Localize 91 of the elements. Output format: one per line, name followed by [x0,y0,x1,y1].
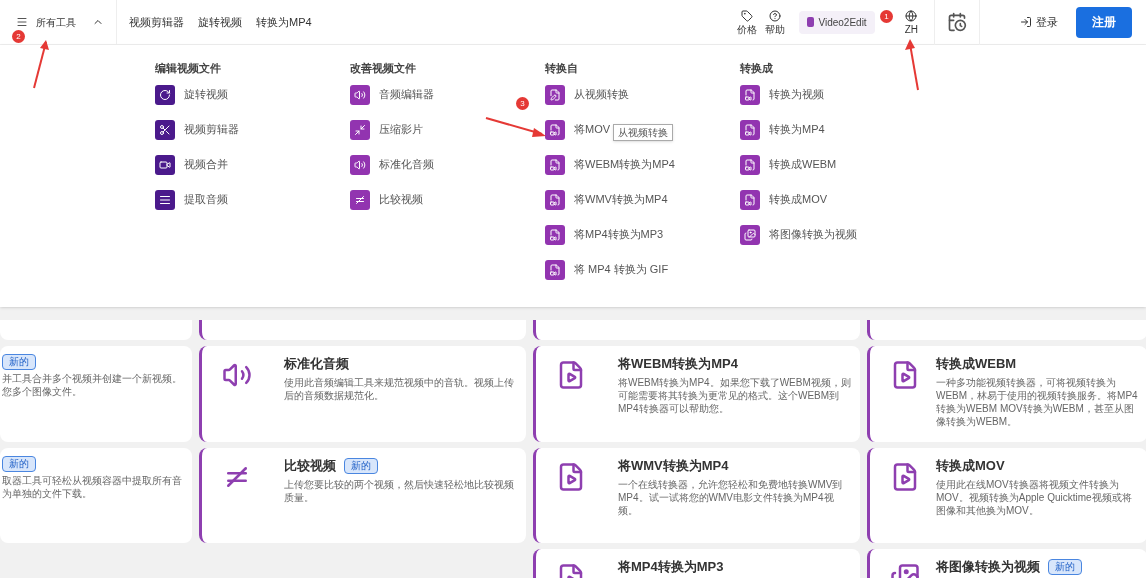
menu-item[interactable]: 视频剪辑器 [184,121,239,138]
speaker-icon [350,84,370,105]
brand-icon [807,17,815,27]
card-title: 将MP4转换为MP3 [618,558,724,576]
menu-item[interactable]: 转换成WEBM [769,156,837,173]
menu-heading: 改善视频文件 [350,61,417,76]
tool-card[interactable]: 新的 取器工具可轻松从视频容器中提取所有音为单独的文件下载。 [0,448,192,543]
card-description: 并工具合并多个视频并创建一个新视频。您多个图像文件。 [2,372,183,398]
file-video-icon [740,119,760,140]
file-edit-icon [545,84,565,105]
calendar-clock-icon [947,12,967,32]
card-description: 使用此在线MOV转换器将视频文件转换为MOV。视频转换为Apple Quicktime视频或将图像和其他换为MOV。 [936,477,1133,517]
menu-heading: 编辑视频文件 [155,61,222,76]
menu-item[interactable]: 转换为MP4 [769,121,825,138]
menu-item[interactable]: 旋转视频 [184,86,228,103]
menu-item[interactable]: 将 MP4 转换为 GIF [574,261,669,278]
menu-item[interactable]: 将MOV [574,121,611,138]
compress-icon [350,119,370,140]
pointer-arrow [484,114,548,140]
file-video-icon [740,189,760,210]
tool-card[interactable]: 将WEBM转换为MP4 将WEBM转换为MP4。如果您下载了WEBM视频，则可能需要将其转换为更常见的格式。这个WEBM到MP4转换器可以帮助您。 [533,346,860,442]
signup-button[interactable]: 注册 [1076,6,1132,38]
menu-item[interactable]: 比较视频 [379,191,423,208]
card-description: 一个在线转换器，允许您轻松和免费地转换WMV到MP4。试一试将您的WMV电影文件转换为MP4视频。 [618,477,844,517]
tool-card[interactable]: 新的 并工具合并多个视频并创建一个新视频。您多个图像文件。 [0,346,192,442]
menu-icon [16,16,28,28]
file-video-icon [545,119,565,140]
globe-icon [905,9,918,22]
menu-item[interactable]: 提取音频 [184,191,228,208]
card-description: 使用此音频编辑工具来规范视频中的音轨。视频上传后的音频数据规范化。 [284,375,515,402]
list-icon [155,189,175,210]
file-video-icon [545,154,565,175]
card-description: 取器工具可轻松从视频容器中提取所有音为单独的文件下载。 [2,474,183,500]
card-title: 将图像转换为视频 [936,558,1040,576]
card-title: 标准化音频 [284,355,349,373]
menu-item[interactable]: 将WEBM转换为MP4 [574,156,675,173]
card-title: 将WMV转换为MP4 [618,457,729,475]
tool-card[interactable]: 将WMV转换为MP4 一个在线转换器，允许您轻松和免费地转换WMV到MP4。试一试将您的WMV电影文件转换为MP4视频。 [533,448,860,543]
menu-item[interactable]: 视频合并 [184,156,228,173]
new-badge: 新的 [1048,558,1082,575]
menu-item[interactable]: 从视频转换 [574,86,629,103]
tool-card[interactable]: 将MP4转换为MP3 [533,549,860,578]
new-badge: 新的 [2,354,36,370]
tool-card[interactable]: 标准化音频 使用此音频编辑工具来规范视频中的音轨。视频上传后的音频数据规范化。 [199,346,526,442]
menu-item[interactable]: 将WMV转换为MP4 [574,191,668,208]
language-button[interactable]: ZH [904,9,918,35]
tag-icon [741,9,754,22]
card-title: 比较视频 [284,457,336,475]
tool-card[interactable]: 比较视频 新的 上传您要比较的两个视频，然后快速轻松地比较视频质量。 [199,448,526,543]
images-icon [740,224,760,245]
card-title: 转换成MOV [936,457,1005,475]
file-video-icon [545,259,565,280]
speaker-icon [350,154,370,175]
calendar-clock-button[interactable] [934,0,980,45]
not-equal-icon [350,189,370,210]
menu-item[interactable]: 压缩影片 [379,121,423,138]
file-video-icon [740,84,760,105]
menu-item[interactable]: 标准化音频 [379,156,434,173]
login-button[interactable]: 登录 [1020,13,1058,31]
video-camera-icon [155,154,175,175]
help-icon [769,9,782,22]
menu-heading: 转换成 [740,61,774,76]
pricing-link[interactable]: 价格 [737,9,758,35]
new-badge: 新的 [344,457,378,474]
new-badge: 新的 [2,456,36,472]
file-video-icon [740,154,760,175]
file-video-icon [545,189,565,210]
nav-link[interactable]: 转换为MP4 [256,13,312,31]
menu-heading: 转换自 [545,61,579,76]
help-link[interactable]: 帮助 [765,9,786,35]
card-description: 上传您要比较的两个视频，然后快速轻松地比较视频质量。 [284,477,515,504]
scissors-icon [155,119,175,140]
brand-link[interactable]: Video2Edit [799,10,875,34]
menu-item[interactable]: 转换成MOV [769,191,828,208]
login-icon [1020,16,1032,28]
file-video-icon [545,224,565,245]
tooltip: 从视频转换 [613,124,674,141]
menu-item[interactable]: 将MP4转换为MP3 [574,226,664,243]
tool-card[interactable]: 转换成WEBM 一种多功能视频转换器，可将视频转换为WEBM，林易于使用的视频转换服务。将MP4转换为WEBM MOV转换为WEBM，甚至从图像转换为WEBM。 [867,346,1146,442]
tool-card[interactable]: 将图像转换为视频 新的 [867,549,1146,578]
card-description: 一种多功能视频转换器，可将视频转换为WEBM，林易于使用的视频转换服务。将MP4转换为WEBM MOV转换为WEBM，甚至从图像转换为WEBM。 [936,375,1139,428]
menu-item[interactable]: 音频编辑器 [379,86,434,103]
nav-link[interactable]: 视频剪辑器 [129,13,184,31]
rotate-icon [155,84,175,105]
card-description: 将WEBM转换为MP4。如果您下载了WEBM视频，则可能需要将其转换为更常见的格式。这个WEBM到MP4转换器可以帮助您。 [618,375,852,415]
card-title: 将WEBM转换为MP4 [618,355,738,373]
nav-link[interactable]: 旋转视频 [198,13,242,31]
menu-item[interactable]: 转换为视频 [769,86,824,103]
card-title: 转换成WEBM [936,355,1017,373]
menu-item[interactable]: 将图像转换为视频 [769,226,857,243]
tool-card[interactable]: 转换成MOV 使用此在线MOV转换器将视频文件转换为MOV。视频转换为Apple Quicktime视频或将图像和其他换为MOV。 [867,448,1146,543]
